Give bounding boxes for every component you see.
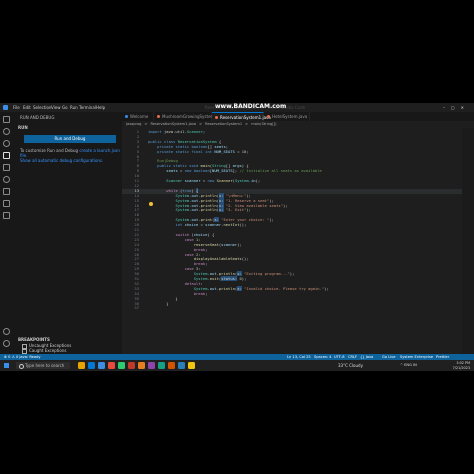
windows-taskbar: Type here to search 33°C Cloudy ^ ENG IN… bbox=[0, 360, 474, 371]
taskbar-app-icon[interactable] bbox=[78, 362, 85, 369]
window-controls[interactable]: –▢✕ bbox=[443, 103, 470, 112]
remote-explorer-icon[interactable] bbox=[3, 176, 10, 183]
breadcrumb-separator: > bbox=[199, 122, 203, 126]
bandicam-watermark: www.BANDICAM.com bbox=[215, 103, 287, 110]
activity-bar bbox=[0, 112, 14, 354]
breadcrumb-item[interactable]: main(String[]) bbox=[251, 122, 276, 126]
line-number: 37 bbox=[134, 305, 139, 311]
breadcrumb-separator: > bbox=[245, 122, 249, 126]
menu-run[interactable]: Run bbox=[70, 103, 78, 112]
tab-label: HotelSystem.java bbox=[272, 114, 308, 119]
charts-icon[interactable] bbox=[3, 212, 10, 219]
lightbulb-icon[interactable] bbox=[149, 202, 153, 206]
minimap[interactable] bbox=[462, 128, 474, 354]
tab-2[interactable]: ReservationSystem1.java bbox=[212, 112, 271, 121]
taskbar-app-icon[interactable] bbox=[88, 362, 95, 369]
menu-file[interactable]: File bbox=[13, 103, 20, 112]
menu-help[interactable]: Help bbox=[96, 103, 105, 112]
vscode-icon bbox=[125, 115, 128, 118]
run-and-debug-button[interactable]: Run and Debug bbox=[24, 135, 116, 143]
tab-3[interactable]: HotelSystem.java bbox=[264, 112, 310, 121]
menu-view[interactable]: View bbox=[51, 103, 61, 112]
weather-widget[interactable]: 33°C Cloudy bbox=[338, 360, 363, 371]
caught-exceptions-checkbox[interactable]: Caught Exceptions bbox=[22, 348, 66, 354]
tab-0[interactable]: Welcome bbox=[122, 112, 154, 121]
taskbar-app-icon[interactable] bbox=[178, 362, 185, 369]
taskbar-app-icon[interactable] bbox=[118, 362, 125, 369]
taskbar-app-icon[interactable] bbox=[188, 362, 195, 369]
menu-go[interactable]: Go bbox=[62, 103, 68, 112]
breakpoints-header[interactable]: BREAKPOINTS bbox=[18, 337, 50, 342]
tab-label: Welcome bbox=[130, 114, 149, 119]
taskbar-search-box[interactable]: Type here to search bbox=[16, 362, 70, 369]
breadcrumb-item[interactable]: ReservationSystem1.java bbox=[150, 122, 196, 126]
vscode-window: File Edit Selection View Go Run Terminal… bbox=[0, 103, 474, 371]
launch-hint-text: To customize Run and Debug bbox=[20, 148, 79, 153]
taskbar-app-icon[interactable] bbox=[128, 362, 135, 369]
windows-start-icon[interactable] bbox=[4, 363, 9, 368]
testing-icon[interactable] bbox=[3, 188, 10, 195]
title-bar: File Edit Selection View Go Run Terminal… bbox=[0, 103, 474, 112]
java-file-icon bbox=[157, 115, 160, 118]
java-file-icon bbox=[215, 116, 218, 119]
explorer-icon[interactable] bbox=[3, 116, 10, 123]
show-all-configurations-link[interactable]: Show all automatic debug configurations. bbox=[20, 158, 103, 163]
tab-1[interactable]: MushroomGrowingSystem1.java bbox=[154, 112, 227, 121]
taskbar-app-icon[interactable] bbox=[138, 362, 145, 369]
launch-json-hint: To customize Run and Debug create a laun… bbox=[20, 148, 120, 158]
menu-edit[interactable]: Edit bbox=[23, 103, 31, 112]
code-editor[interactable]: 1 import java.util.Scanner; 2 3 public class… bbox=[122, 128, 474, 354]
sidebar-header: RUN AND DEBUG bbox=[20, 115, 55, 120]
breadcrumb-separator: > bbox=[144, 122, 148, 126]
taskbar-clock[interactable]: 3:02 PM 7/21/2023 bbox=[450, 361, 470, 370]
breadcrumb-item[interactable]: ReservationSystem1 bbox=[205, 122, 242, 126]
search-icon bbox=[19, 364, 24, 369]
menu-selection[interactable]: Selection bbox=[33, 103, 51, 112]
taskbar-app-icon[interactable] bbox=[98, 362, 105, 369]
extensions-icon[interactable] bbox=[3, 164, 10, 171]
breadcrumb: jasaprog > ReservationSystem1.java > Reserva… bbox=[126, 121, 280, 128]
taskbar-app-icon[interactable] bbox=[148, 362, 155, 369]
clock-date: 7/21/2023 bbox=[452, 365, 470, 370]
editor-tabs: Welcome MushroomGrowingSystem1.java Reserv… bbox=[122, 112, 474, 121]
vscode-logo-icon bbox=[3, 105, 8, 110]
code-line[interactable]: 37 bbox=[122, 305, 462, 311]
taskbar-app-icon[interactable] bbox=[108, 362, 115, 369]
run-section-header[interactable]: RUN bbox=[18, 125, 28, 130]
taskbar-app-icon[interactable] bbox=[158, 362, 165, 369]
run-debug-icon[interactable] bbox=[3, 152, 10, 159]
tray-region[interactable]: IN bbox=[413, 363, 417, 367]
tray-language[interactable]: ENG bbox=[404, 363, 412, 367]
checkbox-icon[interactable] bbox=[22, 348, 27, 354]
taskbar-app-icon[interactable] bbox=[168, 362, 175, 369]
run-debug-sidebar: RUN AND DEBUG RUN Run and Debug To custo… bbox=[14, 112, 122, 354]
source-control-icon[interactable] bbox=[3, 140, 10, 147]
java-projects-icon[interactable] bbox=[3, 200, 10, 207]
account-icon[interactable] bbox=[3, 328, 10, 335]
checkbox-label: Caught Exceptions bbox=[29, 348, 67, 353]
search-icon[interactable] bbox=[3, 128, 10, 135]
breadcrumb-item[interactable]: jasaprog bbox=[126, 122, 141, 126]
menu-terminal[interactable]: Terminal bbox=[79, 103, 96, 112]
java-file-icon bbox=[267, 115, 270, 118]
gear-icon[interactable] bbox=[3, 340, 10, 347]
system-tray[interactable]: ^ ENG IN bbox=[400, 360, 417, 371]
